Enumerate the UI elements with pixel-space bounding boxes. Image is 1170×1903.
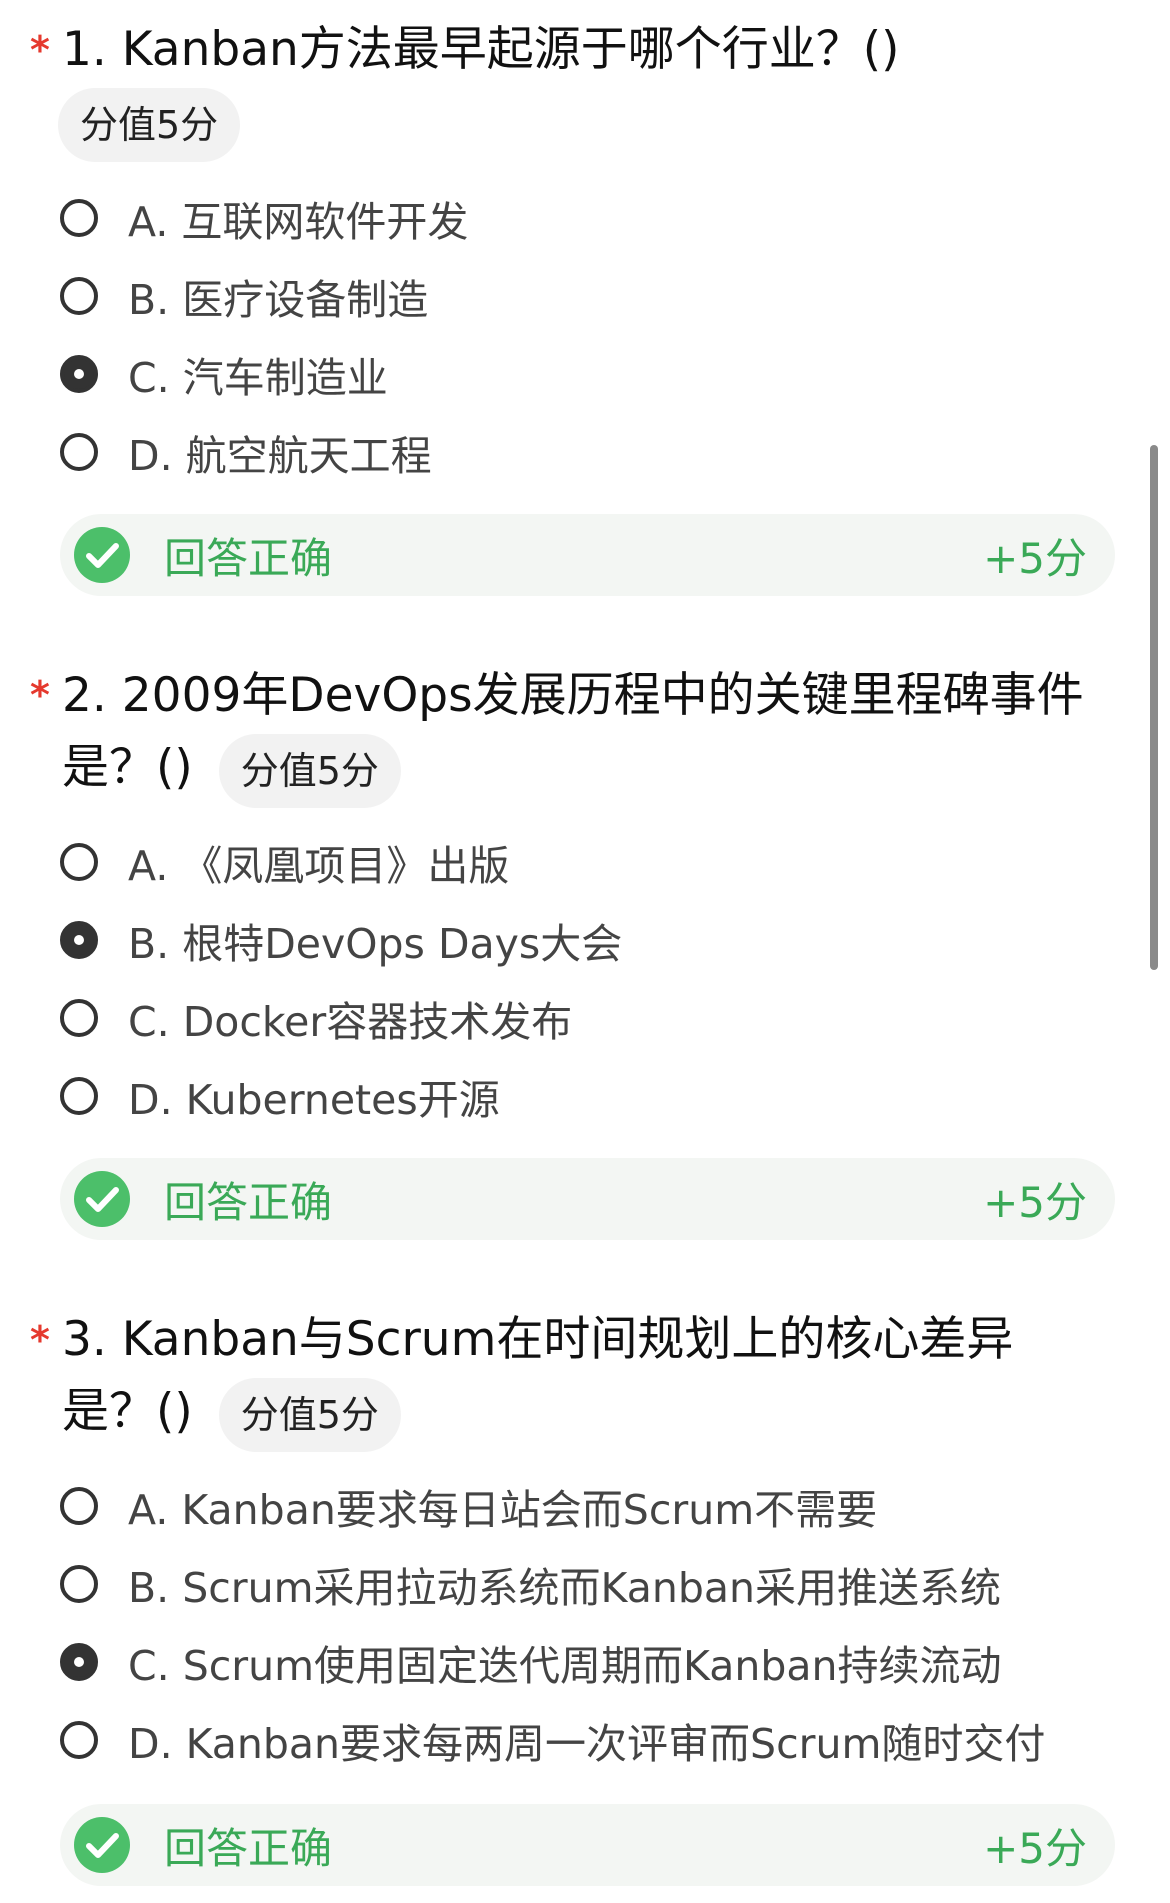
option-label: B. 医疗设备制造 — [128, 276, 429, 324]
option-c[interactable]: C. Docker容器技术发布 — [60, 988, 572, 1048]
option-c[interactable]: C. 汽车制造业 — [60, 344, 388, 404]
score-badge: 分值5分 — [58, 88, 241, 162]
question-title-text: 1. Kanban方法最早起源于哪个行业？() — [62, 22, 900, 77]
check-circle-icon — [74, 1817, 130, 1873]
required-mark: * — [30, 28, 50, 72]
option-c[interactable]: C. Scrum使用固定迭代周期而Kanban持续流动 — [60, 1632, 1001, 1692]
option-label: C. 汽车制造业 — [128, 354, 388, 402]
option-a[interactable]: A. 《凤凰项目》出版 — [60, 832, 509, 892]
vertical-scrollbar[interactable] — [1150, 445, 1158, 970]
radio-button[interactable] — [60, 1077, 98, 1115]
score-badge: 分值5分 — [218, 1377, 401, 1452]
question-title: 2. 2009年DevOps发展历程中的关键里程碑事件是？() 分值5分 — [62, 660, 1112, 808]
result-banner: 回答正确 +5分 — [60, 514, 1115, 596]
option-label: D. Kanban要求每两周一次评审而Scrum随时交付 — [128, 1720, 1046, 1768]
option-label: B. Scrum采用拉动系统而Kanban采用推送系统 — [128, 1564, 1001, 1612]
radio-button[interactable] — [60, 1721, 98, 1759]
option-label: A. 《凤凰项目》出版 — [128, 842, 510, 890]
result-banner: 回答正确 +5分 — [60, 1158, 1115, 1240]
score-badge: 分值5分 — [218, 733, 401, 808]
check-circle-icon — [74, 1171, 130, 1227]
question-title: 3. Kanban与Scrum在时间规划上的核心差异是？() 分值5分 — [62, 1304, 1092, 1452]
question-title-text: 2. 2009年DevOps发展历程中的关键里程碑事件是？() — [62, 668, 1084, 795]
option-label: A. Kanban要求每日站会而Scrum不需要 — [128, 1486, 878, 1534]
radio-button[interactable] — [60, 199, 98, 237]
option-a[interactable]: A. Kanban要求每日站会而Scrum不需要 — [60, 1476, 877, 1536]
radio-button-selected[interactable] — [60, 921, 98, 959]
option-b[interactable]: B. Scrum采用拉动系统而Kanban采用推送系统 — [60, 1554, 1001, 1614]
required-mark: * — [30, 1318, 50, 1362]
option-d[interactable]: D. Kanban要求每两周一次评审而Scrum随时交付 — [60, 1710, 1045, 1770]
option-label: D. Kubernetes开源 — [128, 1076, 500, 1124]
result-text: 回答正确 — [164, 1823, 333, 1873]
result-points: +5分 — [983, 1177, 1087, 1227]
result-banner: 回答正确 +5分 — [60, 1804, 1115, 1886]
option-b[interactable]: B. 根特DevOps Days大会 — [60, 910, 622, 970]
option-label: D. 航空航天工程 — [128, 432, 432, 480]
radio-button[interactable] — [60, 843, 98, 881]
question-title-text: 3. Kanban与Scrum在时间规划上的核心差异是？() — [62, 1312, 1014, 1439]
option-label: A. 互联网软件开发 — [128, 198, 469, 246]
required-mark: * — [30, 673, 50, 717]
option-label: B. 根特DevOps Days大会 — [128, 920, 623, 968]
question-title: 1. Kanban方法最早起源于哪个行业？() — [62, 14, 1122, 86]
radio-button[interactable] — [60, 1565, 98, 1603]
check-circle-icon — [74, 527, 130, 583]
option-label: C. Scrum使用固定迭代周期而Kanban持续流动 — [128, 1642, 1002, 1690]
radio-button-selected[interactable] — [60, 1643, 98, 1681]
radio-button[interactable] — [60, 999, 98, 1037]
option-a[interactable]: A. 互联网软件开发 — [60, 188, 468, 248]
option-d[interactable]: D. 航空航天工程 — [60, 422, 432, 482]
radio-button-selected[interactable] — [60, 355, 98, 393]
radio-button[interactable] — [60, 277, 98, 315]
result-text: 回答正确 — [164, 1177, 333, 1227]
option-label: C. Docker容器技术发布 — [128, 998, 573, 1046]
radio-button[interactable] — [60, 1487, 98, 1525]
result-text: 回答正确 — [164, 533, 333, 583]
result-points: +5分 — [983, 1823, 1087, 1873]
option-d[interactable]: D. Kubernetes开源 — [60, 1066, 500, 1126]
radio-button[interactable] — [60, 433, 98, 471]
result-points: +5分 — [983, 533, 1087, 583]
option-b[interactable]: B. 医疗设备制造 — [60, 266, 428, 326]
